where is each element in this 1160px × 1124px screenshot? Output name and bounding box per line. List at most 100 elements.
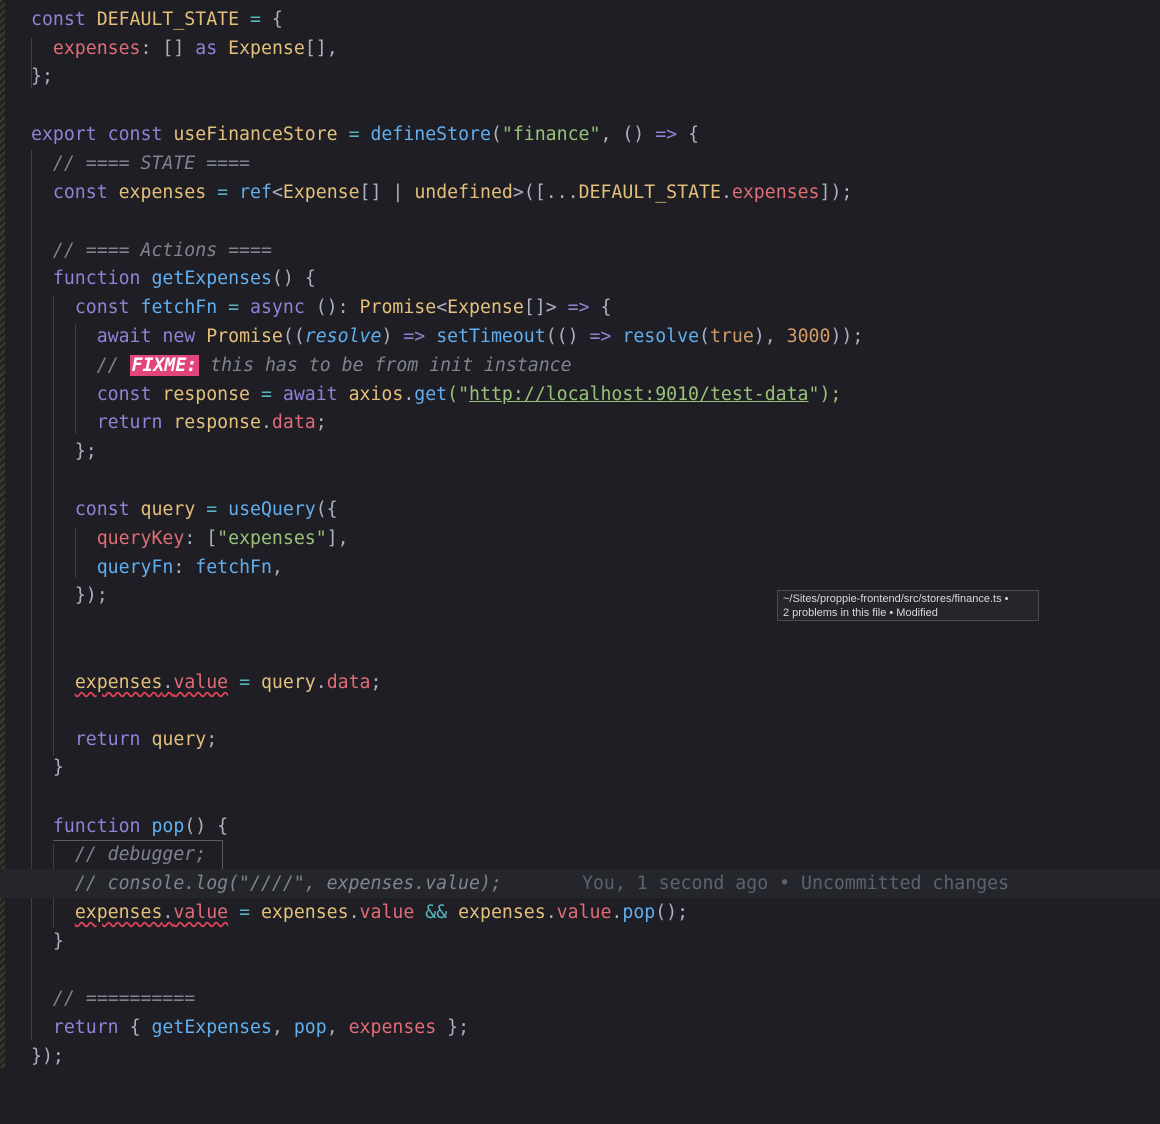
code-line[interactable]: // ========== (0, 984, 1160, 1013)
token: [], (304, 38, 338, 59)
token: getExpenses (151, 268, 272, 289)
code-line[interactable]: export const useFinanceStore = defineSto… (0, 120, 1160, 149)
token: (): (315, 297, 349, 318)
token: = (250, 9, 261, 30)
token: )); (830, 326, 864, 347)
token: get (414, 384, 448, 405)
token: expenses (118, 182, 207, 203)
token: ; (206, 729, 218, 750)
tooltip-file-path: ~/Sites/proppie-frontend/src/stores/fina… (783, 593, 1009, 605)
token: expenses (260, 902, 349, 923)
token: Promise (359, 297, 437, 318)
token: = (239, 672, 251, 693)
code-line[interactable]: // FIXME: this has to be from init insta… (0, 351, 1160, 380)
code-line[interactable]: }; (0, 62, 1160, 91)
token: }; (31, 66, 53, 87)
token: Promise (206, 326, 283, 347)
token: query (151, 729, 207, 750)
token: value (359, 902, 415, 923)
token: const (31, 9, 86, 30)
token: { (688, 124, 700, 145)
code-line[interactable]: expenses: [] as Expense[], (0, 34, 1160, 63)
token: . (348, 902, 360, 923)
token: expenses (74, 672, 163, 693)
token: await (96, 326, 152, 347)
token: . (162, 902, 174, 923)
code-line[interactable]: return query; (0, 725, 1160, 754)
code-line[interactable]: const expenses = ref<Expense[] | undefin… (0, 178, 1160, 207)
token: "expenses" (217, 528, 327, 549)
url-link[interactable]: http://localhost:9010/test-data (469, 384, 808, 405)
comment: // (96, 355, 119, 376)
token: | (392, 182, 404, 203)
code-line[interactable]: } (0, 927, 1160, 956)
token: const (52, 182, 108, 203)
code-line[interactable]: }); (0, 1042, 1160, 1071)
code-line[interactable]: // ==== Actions ==== (0, 236, 1160, 265)
code-line[interactable]: // debugger; (0, 840, 1160, 869)
comment: // ==== Actions ==== (52, 240, 272, 261)
token: fetchFn (140, 297, 218, 318)
token: => (655, 124, 678, 145)
token: ), (753, 326, 776, 347)
code-line[interactable]: }; (0, 437, 1160, 466)
code-line[interactable]: function getExpenses() { (0, 264, 1160, 293)
token: useFinanceStore (173, 124, 338, 145)
code-line[interactable]: function pop() { (0, 812, 1160, 841)
token: async (250, 297, 305, 318)
token: queryKey (96, 528, 185, 549)
token: . (162, 672, 174, 693)
token: 3000 (786, 326, 831, 347)
code-line[interactable]: const query = useQuery({ (0, 495, 1160, 524)
comment: this has to be from init instance (210, 355, 572, 376)
token: return (74, 729, 141, 750)
code-line[interactable]: expenses.value = query.data; (0, 668, 1160, 697)
token: ( (490, 124, 502, 145)
code-line[interactable]: expenses.value = expenses.value && expen… (0, 898, 1160, 927)
token: [] (523, 297, 546, 318)
code-line[interactable]: queryFn: fetchFn, (0, 553, 1160, 582)
code-line[interactable]: await new Promise((resolve) => setTimeou… (0, 322, 1160, 351)
token: => (403, 326, 426, 347)
token: pop (622, 902, 656, 923)
code-line[interactable]: const response = await axios.get("http:/… (0, 380, 1160, 409)
token: axios (348, 384, 404, 405)
token: pop (293, 1017, 327, 1038)
comment: // ==== STATE ==== (52, 153, 251, 174)
token: function (52, 268, 141, 289)
token: "finance" (501, 124, 601, 145)
token: value (173, 672, 229, 693)
code-line[interactable]: queryKey: ["expenses"], (0, 524, 1160, 553)
token: = (228, 297, 240, 318)
token: true (709, 326, 754, 347)
code-line[interactable]: const fetchFn = async (): Promise<Expens… (0, 293, 1160, 322)
code-line[interactable]: } (0, 753, 1160, 782)
token: : (140, 38, 152, 59)
token: DEFAULT_STATE (578, 182, 721, 203)
token: : (173, 557, 185, 578)
code-line[interactable]: return { getExpenses, pop, expenses }; (0, 1013, 1160, 1042)
token: . (403, 384, 415, 405)
token: ref (239, 182, 272, 203)
token: response (173, 412, 261, 433)
token: pop (151, 816, 185, 837)
token: [] (162, 38, 185, 59)
token: () (622, 124, 645, 145)
token: value (556, 902, 612, 923)
token: => (567, 297, 590, 318)
token: expenses (74, 902, 163, 923)
token: const (74, 297, 130, 318)
token: expenses (52, 38, 141, 59)
code-line-current[interactable]: // console.log("////", expenses.value); Y… (0, 869, 1160, 898)
code-line[interactable]: return response.data; (0, 408, 1160, 437)
code-line[interactable]: // ==== STATE ==== (0, 149, 1160, 178)
token: const (96, 384, 152, 405)
token: }); (31, 1046, 64, 1067)
token: }; (74, 441, 97, 462)
fixme-tag: FIXME: (129, 355, 200, 376)
token: }; (447, 1017, 470, 1038)
code-line[interactable]: const DEFAULT_STATE = { (0, 5, 1160, 34)
token: value (173, 902, 229, 923)
token: Expense (228, 38, 305, 59)
token: getExpenses (151, 1017, 272, 1038)
